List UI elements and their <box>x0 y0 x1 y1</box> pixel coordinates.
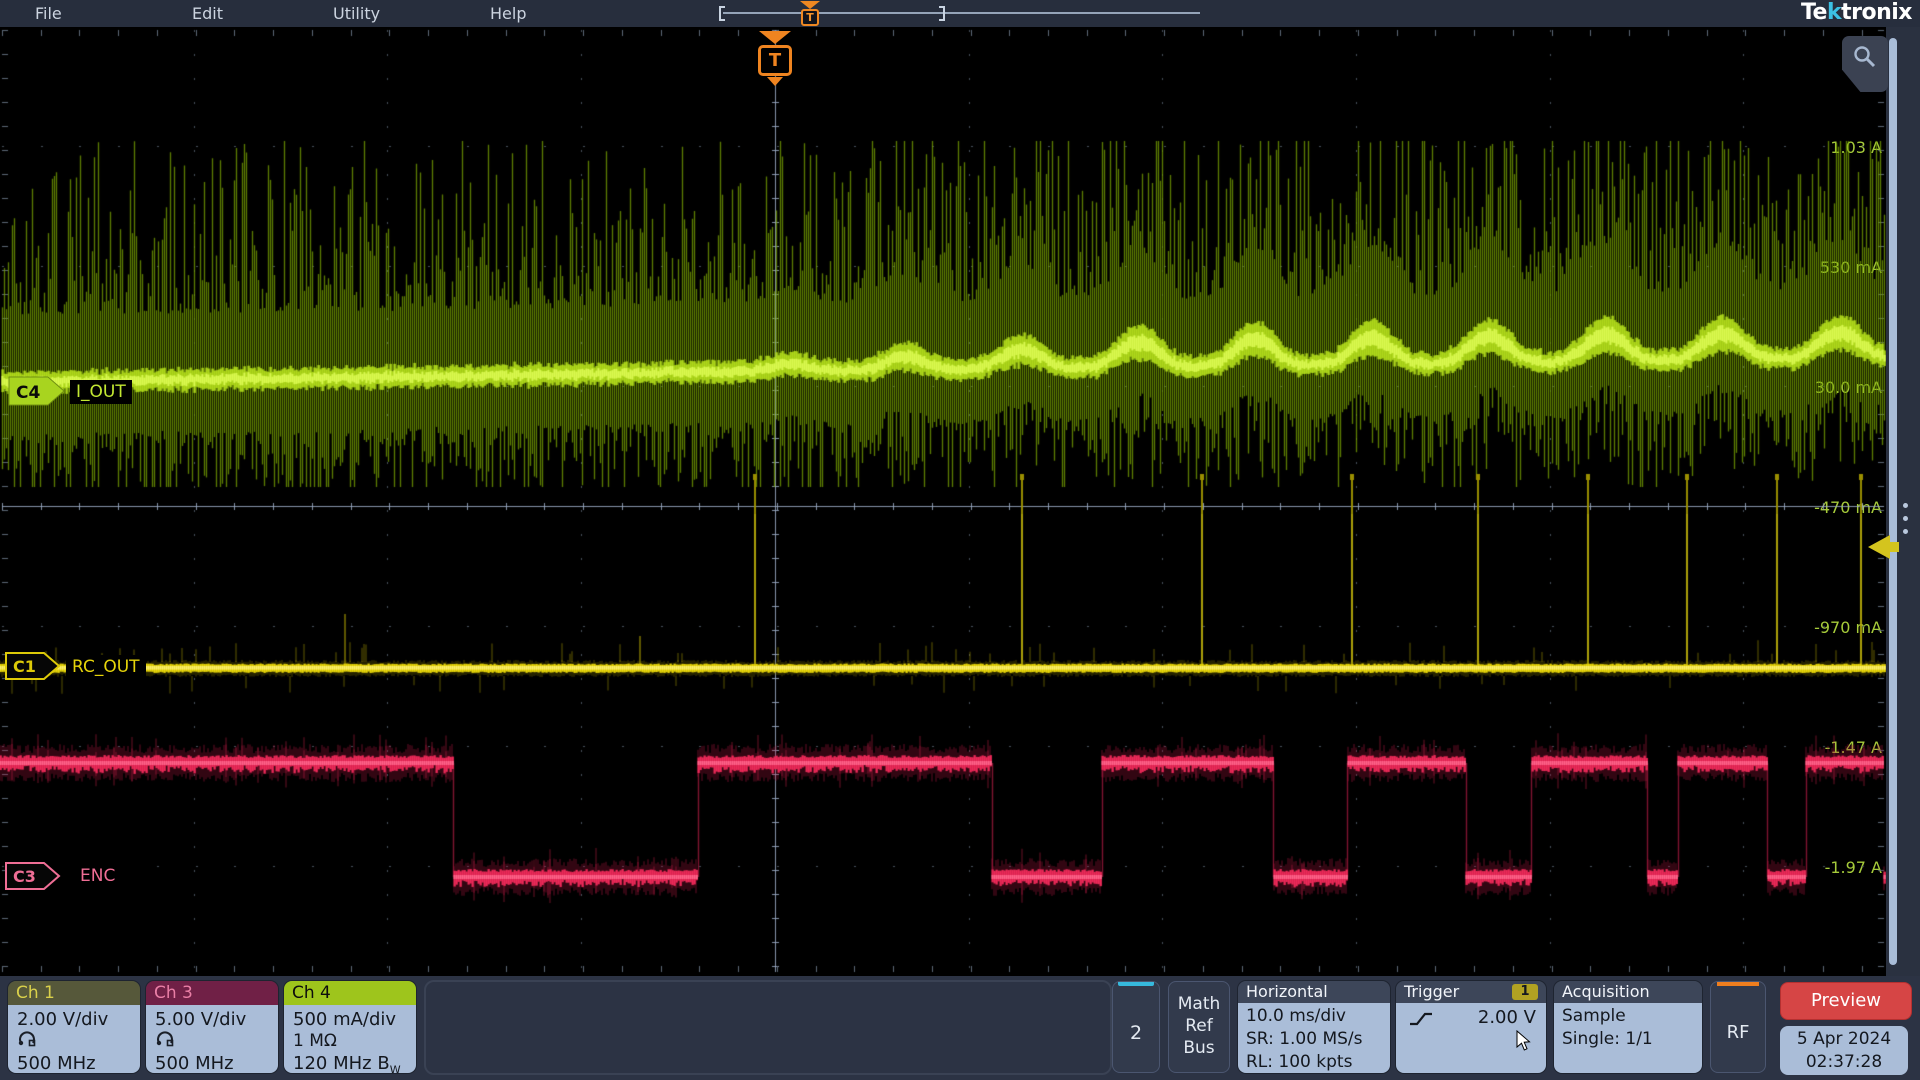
channel-handle-c4[interactable]: C4 <box>8 376 66 408</box>
menu-edit[interactable]: Edit <box>192 0 223 27</box>
trigger-triangle-icon <box>800 1 820 9</box>
date-value: 5 Apr 2024 <box>1780 1028 1908 1051</box>
trigger-source-badge: 1 <box>1512 984 1538 1000</box>
trigger-title: Trigger <box>1404 982 1459 1001</box>
menu-help[interactable]: Help <box>490 0 526 27</box>
channel4-impedance: 1 MΩ <box>293 1031 416 1052</box>
channel1-bandwidth: 500 MHz <box>17 1052 140 1073</box>
channel-handle-label: C1 <box>13 657 36 676</box>
trigger-t-icon: T <box>758 45 792 76</box>
menu-bar: File Edit Utility Help T Tektronix <box>0 0 1920 27</box>
cyan-accent-bar <box>1118 982 1154 986</box>
record-length: RL: 100 kpts <box>1246 1051 1390 1073</box>
waveform-label-iout[interactable]: I_OUT <box>70 380 132 404</box>
right-side-strip <box>1886 27 1920 976</box>
channel4-scale: 500 mA/div <box>293 1008 416 1031</box>
zoom-scale-button[interactable]: 2 <box>1112 981 1160 1073</box>
math-label: Math <box>1169 993 1229 1015</box>
channel-handle-c3[interactable]: C3 <box>5 862 63 892</box>
channel-handle-label: C4 <box>16 383 40 403</box>
rf-label: RF <box>1711 1022 1765 1043</box>
bus-label: Bus <box>1169 1037 1229 1059</box>
channel3-name: Ch 3 <box>146 981 278 1005</box>
channel3-scale: 5.00 V/div <box>155 1008 278 1031</box>
acquisition-single-count: Single: 1/1 <box>1562 1028 1702 1051</box>
channel1-badge[interactable]: Ch 1 2.00 V/div 500 MHz <box>8 981 140 1073</box>
settings-bar: Ch 1 2.00 V/div 500 MHz Ch 3 5.00 V/div <box>0 976 1920 1080</box>
datetime-box[interactable]: 5 Apr 2024 02:37:28 <box>1780 1026 1908 1075</box>
channel4-badge[interactable]: Ch 4 500 mA/div 1 MΩ 120 MHz BW <box>284 981 416 1073</box>
mouse-cursor <box>1516 1030 1532 1052</box>
grip-dot <box>1903 516 1908 521</box>
waveform-view: 1.03 A 530 mA 30.0 mA -470 mA -970 mA -1… <box>0 27 1920 976</box>
channel-handle-c1[interactable]: C1 <box>5 652 63 682</box>
horizontal-panel[interactable]: Horizontal 10.0 ms/div SR: 1.00 MS/s RL:… <box>1238 981 1390 1073</box>
minimap-window-bracket-left[interactable] <box>719 6 725 21</box>
acquisition-mode: Sample <box>1562 1005 1702 1028</box>
trigger-tail-icon <box>767 77 783 86</box>
channel-handle-label: C3 <box>13 867 36 886</box>
rf-button[interactable]: RF <box>1710 981 1766 1073</box>
math-ref-bus-button[interactable]: Math Ref Bus <box>1168 981 1230 1073</box>
acquisition-panel[interactable]: Acquisition Sample Single: 1/1 <box>1554 981 1702 1073</box>
rising-edge-icon <box>1408 1010 1434 1028</box>
menu-utility[interactable]: Utility <box>333 0 380 27</box>
acquisition-minimap[interactable]: T <box>715 0 1215 27</box>
minimap-trigger-marker[interactable]: T <box>800 0 822 27</box>
vertical-scrollbar[interactable] <box>1889 38 1897 965</box>
waveform-label-rcout[interactable]: RC_OUT <box>66 655 146 679</box>
arrow-left-icon <box>1868 535 1890 559</box>
waveform-label-enc[interactable]: ENC <box>74 864 121 888</box>
tektronix-logo: Tektronix <box>1801 0 1912 27</box>
ref-label: Ref <box>1169 1015 1229 1037</box>
magnifier-icon <box>1852 44 1878 70</box>
acquisition-title: Acquisition <box>1554 981 1702 1003</box>
menu-file[interactable]: File <box>35 0 62 27</box>
minimap-record-line <box>723 12 1200 14</box>
channel1-name: Ch 1 <box>8 981 140 1005</box>
grip-dot <box>1903 529 1908 534</box>
zoom-scale-value: 2 <box>1113 1022 1159 1044</box>
grip-dot <box>1903 503 1908 508</box>
horizontal-scale: 10.0 ms/div <box>1246 1005 1390 1028</box>
probe-icon <box>155 1031 175 1047</box>
minimap-window-bracket-right[interactable] <box>939 6 945 21</box>
arrow-stem <box>1890 542 1899 552</box>
horizontal-title: Horizontal <box>1238 981 1390 1003</box>
sample-rate: SR: 1.00 MS/s <box>1246 1028 1390 1051</box>
orange-accent-bar <box>1717 982 1759 986</box>
oscilloscope-screen: File Edit Utility Help T Tektronix 1.03 … <box>0 0 1920 1080</box>
channel4-name: Ch 4 <box>284 981 416 1005</box>
trigger-t-icon: T <box>801 9 819 26</box>
preview-button[interactable]: Preview <box>1780 982 1912 1020</box>
trigger-level: 2.00 V <box>1478 1006 1536 1029</box>
channel4-bandwidth: 120 MHz BW <box>293 1052 416 1073</box>
channel1-scale: 2.00 V/div <box>17 1008 140 1031</box>
probe-icon <box>17 1031 37 1047</box>
time-value: 02:37:28 <box>1780 1051 1908 1074</box>
waveform-canvas[interactable] <box>0 27 1920 976</box>
trigger-panel[interactable]: Trigger 1 2.00 V <box>1396 981 1546 1073</box>
channel3-badge[interactable]: Ch 3 5.00 V/div 500 MHz <box>146 981 278 1073</box>
trigger-triangle-icon <box>759 31 791 44</box>
channel3-bandwidth: 500 MHz <box>155 1052 278 1073</box>
empty-badge-slot <box>424 980 1112 1075</box>
